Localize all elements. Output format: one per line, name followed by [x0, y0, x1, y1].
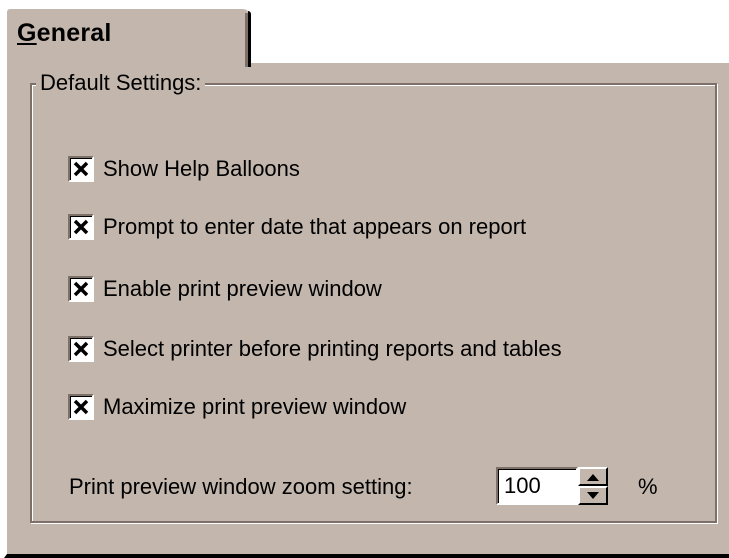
zoom-label: Print preview window zoom setting:	[69, 474, 413, 499]
check-x-icon	[73, 399, 89, 415]
group-title: Default Settings:	[36, 70, 206, 96]
arrow-down-icon	[587, 491, 599, 499]
checkbox-box[interactable]	[68, 156, 94, 182]
checkbox-box[interactable]	[68, 394, 94, 420]
select-printer-checkbox[interactable]: Select printer before printing reports a…	[68, 334, 562, 364]
check-x-icon	[73, 281, 89, 297]
enable-print-preview-checkbox[interactable]: Enable print preview window	[68, 274, 382, 304]
show-help-balloons-checkbox[interactable]: Show Help Balloons	[68, 154, 300, 184]
check-x-icon	[73, 219, 89, 235]
arrow-up-icon	[587, 473, 599, 481]
prompt-date-checkbox[interactable]: Prompt to enter date that appears on rep…	[68, 212, 526, 242]
percent-unit: %	[638, 474, 658, 499]
check-x-icon	[73, 161, 89, 177]
checkbox-label: Select printer before printing reports a…	[103, 336, 562, 361]
checkbox-box[interactable]	[68, 336, 94, 362]
zoom-spinner[interactable]	[578, 467, 608, 505]
spin-down-button[interactable]	[578, 486, 608, 505]
checkbox-label: Prompt to enter date that appears on rep…	[103, 214, 527, 239]
spin-up-button[interactable]	[578, 467, 608, 486]
checkbox-box[interactable]	[68, 276, 94, 302]
checkbox-box[interactable]	[68, 214, 94, 240]
checkbox-label: Enable print preview window	[103, 276, 382, 301]
tab-general-label: General	[17, 19, 112, 47]
zoom-value: 100	[504, 473, 541, 498]
zoom-input[interactable]: 100	[496, 467, 578, 505]
maximize-preview-checkbox[interactable]: Maximize print preview window	[68, 392, 406, 422]
check-x-icon	[73, 341, 89, 357]
checkbox-label: Maximize print preview window	[103, 394, 407, 419]
tab-general[interactable]: General	[4, 6, 251, 67]
checkbox-label: Show Help Balloons	[103, 156, 300, 181]
